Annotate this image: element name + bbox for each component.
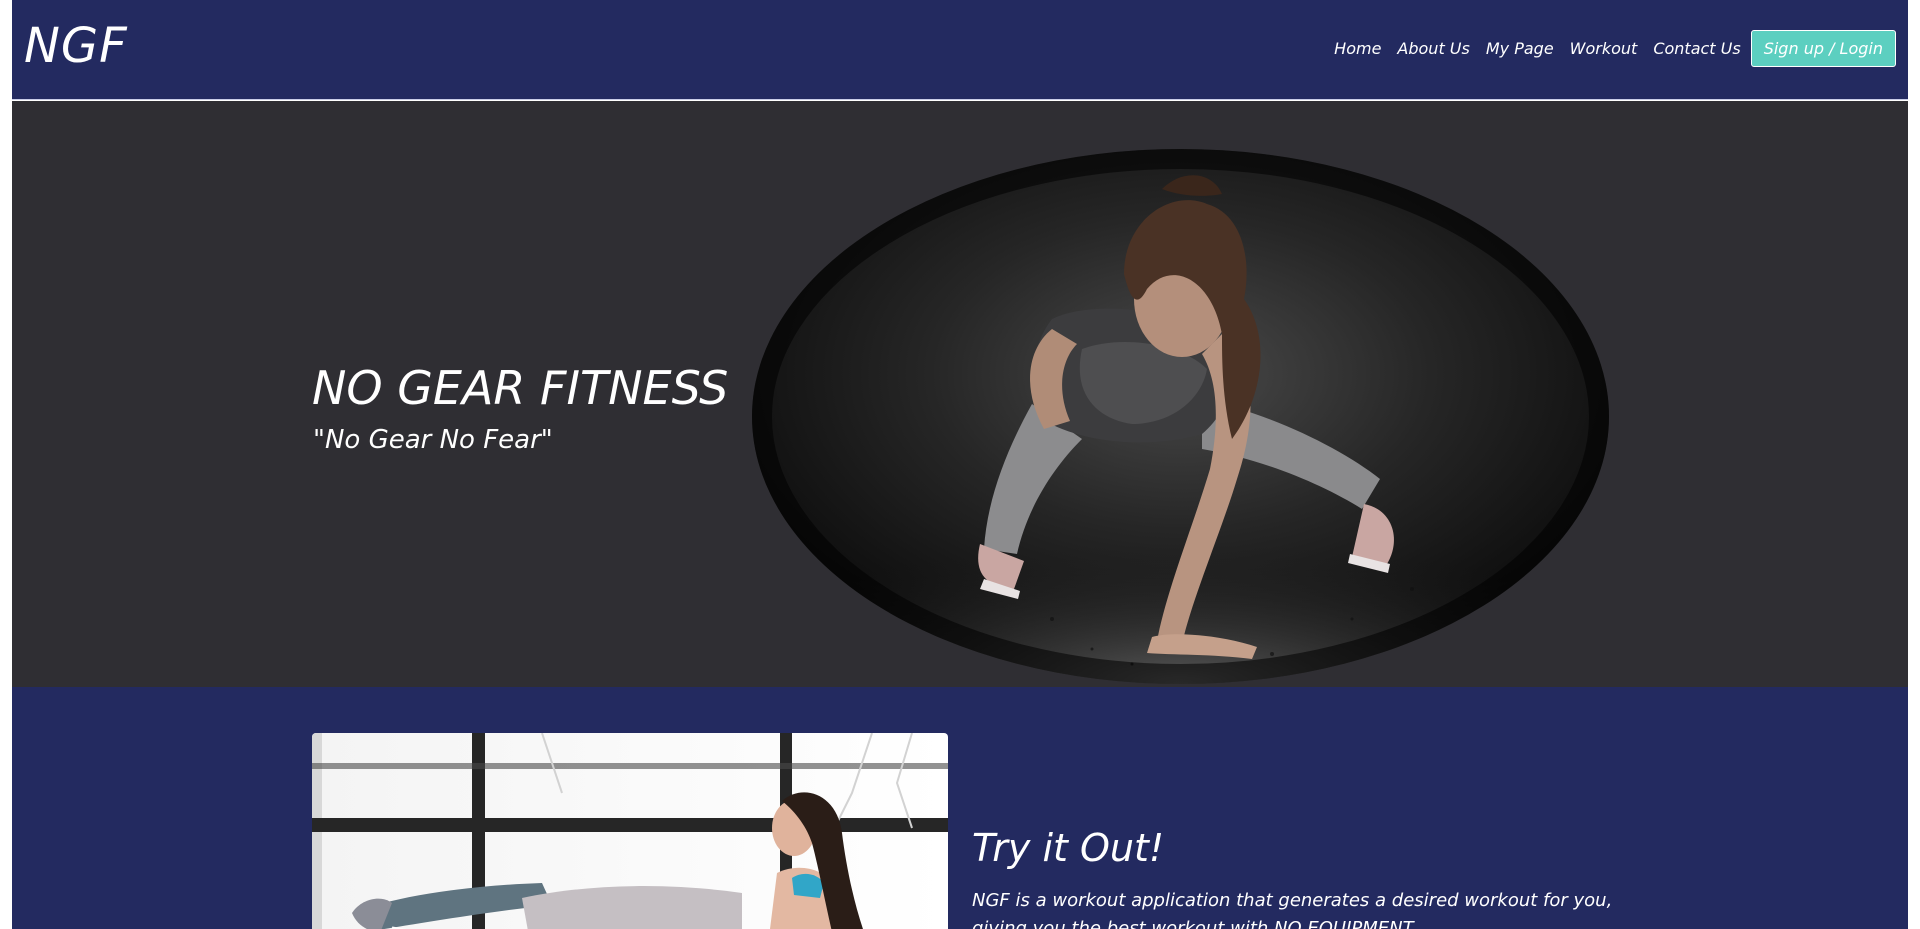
try-it-out-photo	[312, 733, 948, 929]
try-it-out-section: Try it Out! NGF is a workout application…	[12, 687, 1908, 929]
nav-link-home[interactable]: Home	[1334, 40, 1381, 57]
hero-title: NO GEAR FITNESS	[312, 361, 729, 415]
page: NGF Home About Us My Page Workout Contac…	[12, 0, 1908, 929]
hero-pushup-photo	[752, 149, 1609, 684]
nav-link-contact-us[interactable]: Contact Us	[1653, 40, 1740, 57]
nav-link-workout[interactable]: Workout	[1570, 40, 1638, 57]
nav-link-about-us[interactable]: About Us	[1397, 40, 1469, 57]
hero-tagline: "No Gear No Fear"	[313, 425, 553, 455]
signup-login-button[interactable]: Sign up / Login	[1750, 30, 1896, 68]
brand-logo[interactable]: NGF	[24, 22, 128, 70]
hero-section: NO GEAR FITNESS "No Gear No Fear"	[12, 101, 1908, 687]
try-it-out-description: NGF is a workout application that genera…	[972, 890, 1613, 929]
nav-link-my-page[interactable]: My Page	[1486, 40, 1554, 57]
try-it-out-title: Try it Out!	[972, 826, 1165, 870]
nav-links: Home About Us My Page Workout Contact Us…	[1318, 30, 1896, 68]
navbar: NGF Home About Us My Page Workout Contac…	[12, 0, 1908, 100]
